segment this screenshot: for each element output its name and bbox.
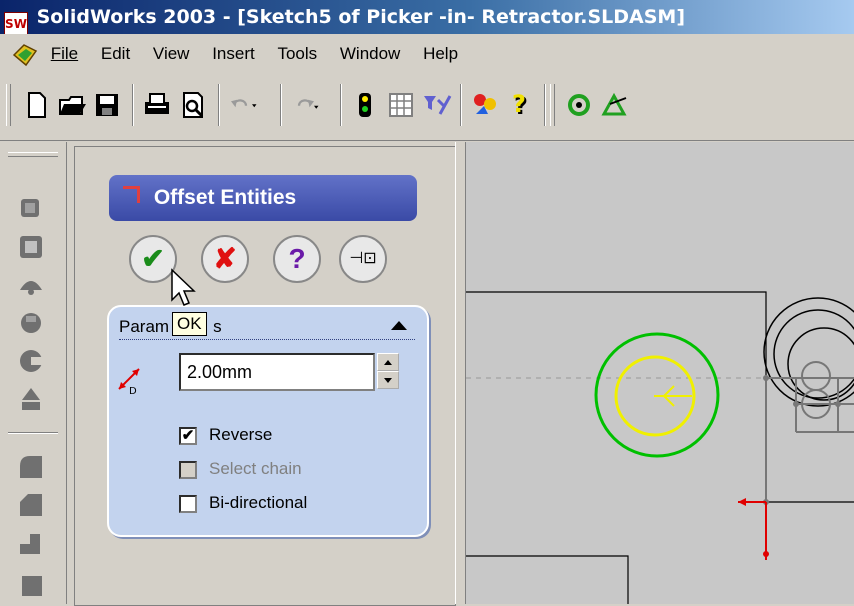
- menu-file[interactable]: File: [51, 34, 78, 74]
- toolbar-separator: [280, 84, 282, 126]
- property-manager-title: Offset Entities: [153, 186, 297, 209]
- ok-check-icon: ✔: [141, 243, 165, 274]
- property-manager-panel: Offset Entities ✔ ✘ ? ⊣⊡ Param s D 2.00mm…: [74, 146, 456, 606]
- arrow-up-icon: [384, 360, 392, 365]
- origin-point: [763, 551, 769, 557]
- loft-tool-icon[interactable]: [16, 308, 46, 338]
- help-icon[interactable]: ??: [506, 90, 536, 120]
- menu-window[interactable]: Window: [340, 34, 400, 74]
- property-manager-header: Offset Entities: [109, 175, 417, 221]
- distance-icon: D: [118, 368, 140, 395]
- toolbar-separator: [460, 84, 462, 126]
- chamfer-tool-icon[interactable]: [16, 490, 46, 520]
- select-chain-checkbox[interactable]: [179, 461, 197, 479]
- panel-splitter[interactable]: [455, 142, 466, 604]
- spin-down-button[interactable]: [377, 371, 399, 389]
- menu-edit[interactable]: Edit: [101, 34, 130, 74]
- parameters-group-header[interactable]: Param s: [119, 317, 415, 340]
- cut-tool-icon[interactable]: [16, 568, 46, 598]
- ok-tooltip: OK: [172, 312, 207, 336]
- cancel-x-icon: ✘: [213, 243, 237, 274]
- grid-icon[interactable]: [386, 90, 416, 120]
- select-chain-label[interactable]: Select chain: [209, 459, 302, 479]
- menu-view[interactable]: View: [153, 34, 190, 74]
- solidworks-app-icon[interactable]: SW: [4, 12, 28, 34]
- title-bar: SW SolidWorks 2003 - [Sketch5 of Picker …: [0, 0, 854, 34]
- toolbar-separator: [544, 84, 546, 126]
- sketch-point: [835, 401, 841, 407]
- spin-up-button[interactable]: [377, 353, 399, 371]
- toolbar-grip[interactable]: [8, 152, 58, 157]
- menu-window-label: Window: [339, 44, 401, 63]
- menu-help[interactable]: Help: [423, 34, 458, 74]
- menu-bar: File Edit View Insert Tools Window Help: [0, 34, 854, 74]
- sketch-tools-toolbar: [0, 142, 67, 604]
- menu-insert[interactable]: Insert: [212, 34, 255, 74]
- pattern-tool-icon[interactable]: [16, 384, 46, 414]
- help-button[interactable]: ?: [273, 235, 321, 283]
- convert-entities-icon[interactable]: [16, 194, 46, 224]
- distance-input[interactable]: 2.00mm: [179, 353, 375, 391]
- graphics-area[interactable]: [466, 142, 854, 604]
- bi-directional-checkbox[interactable]: [179, 495, 197, 513]
- menu-edit-label: Edit: [100, 44, 131, 63]
- toolbar-separator: [132, 84, 134, 126]
- mouse-cursor-icon: [171, 268, 196, 306]
- dome-tool-icon[interactable]: [16, 270, 46, 300]
- open-folder-icon[interactable]: [58, 90, 88, 120]
- redo-icon[interactable]: [290, 90, 320, 120]
- collapse-arrow-icon[interactable]: [391, 321, 407, 330]
- rebuild-icon[interactable]: [564, 90, 594, 120]
- sketch-point: [763, 375, 769, 381]
- window-title: SolidWorks 2003 - [Sketch5 of Picker -in…: [36, 6, 685, 28]
- offset-entities-icon: [123, 186, 140, 203]
- distance-icon-label: D: [129, 386, 137, 395]
- reverse-checkbox[interactable]: ✔: [179, 427, 197, 445]
- svg-text:?: ?: [512, 90, 526, 118]
- help-question-icon: ?: [288, 243, 306, 274]
- undo-icon[interactable]: [228, 90, 258, 120]
- save-icon[interactable]: [92, 90, 122, 120]
- filter-icon[interactable]: [422, 90, 452, 120]
- pushpin-icon: ⊣⊡: [349, 250, 377, 267]
- standard-toolbar: ??: [0, 74, 854, 141]
- sketch-point: [793, 401, 799, 407]
- fillet-tool-icon[interactable]: [16, 452, 46, 482]
- menu-file-label: File: [50, 44, 79, 63]
- revolve-tool-icon[interactable]: [16, 346, 46, 376]
- toolbar-grip[interactable]: [6, 84, 11, 126]
- arrow-down-icon: [384, 378, 392, 383]
- toolbar-separator: [8, 432, 58, 434]
- view-icon[interactable]: [600, 90, 630, 120]
- menu-tools[interactable]: Tools: [277, 34, 317, 74]
- bi-directional-label[interactable]: Bi-directional: [209, 493, 307, 513]
- keep-visible-button[interactable]: ⊣⊡: [339, 235, 387, 283]
- reverse-label[interactable]: Reverse: [209, 425, 272, 445]
- parameters-label-left: Param: [119, 317, 170, 336]
- toolbar-separator: [218, 84, 220, 126]
- menu-insert-label: Insert: [212, 44, 255, 63]
- document-menu-icon[interactable]: [10, 41, 40, 69]
- new-doc-icon[interactable]: [22, 90, 52, 120]
- toolbar-grip[interactable]: [550, 84, 555, 126]
- menu-tools-label: Tools: [277, 44, 318, 63]
- parameters-label-right: s: [213, 317, 222, 336]
- print-icon[interactable]: [142, 90, 172, 120]
- select-icon[interactable]: [470, 90, 500, 120]
- offset-tool-icon[interactable]: [16, 232, 46, 262]
- menu-view-label: View: [152, 44, 190, 63]
- traffic-light-icon[interactable]: [350, 90, 380, 120]
- toolbar-separator: [340, 84, 342, 126]
- menu-help-label: Help: [423, 44, 459, 63]
- print-preview-icon[interactable]: [178, 90, 208, 120]
- cancel-button[interactable]: ✘: [201, 235, 249, 283]
- extrude-tool-icon[interactable]: [16, 528, 46, 558]
